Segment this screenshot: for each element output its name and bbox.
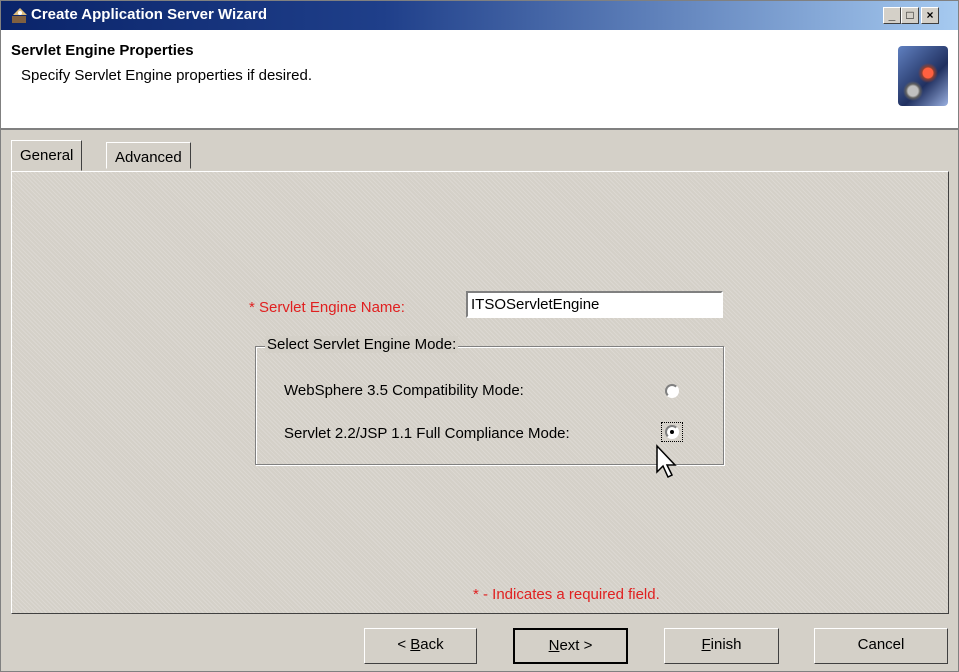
maximize-icon[interactable]: □ (901, 7, 919, 24)
wizard-header: Servlet Engine Properties Specify Servle… (1, 30, 958, 130)
websphere-compat-mode-label: WebSphere 3.5 Compatibility Mode: (284, 382, 524, 399)
close-icon[interactable]: × (921, 7, 939, 24)
tab-advanced[interactable]: Advanced (106, 142, 191, 169)
title-bar[interactable]: Create Application Server Wizard _ □ × (1, 1, 958, 30)
app-icon (12, 8, 27, 23)
minimize-icon[interactable]: _ (883, 7, 901, 24)
mouse-cursor-icon (656, 444, 677, 479)
page-title: Servlet Engine Properties (11, 42, 194, 59)
full-compliance-mode-label: Servlet 2.2/JSP 1.1 Full Compliance Mode… (284, 425, 570, 442)
back-button[interactable]: < Back (364, 628, 477, 664)
finish-button[interactable]: Finish (664, 628, 779, 664)
next-button[interactable]: Next > (513, 628, 628, 664)
cancel-button[interactable]: Cancel (814, 628, 948, 664)
servlet-engine-mode-label: Select Servlet Engine Mode: (265, 336, 459, 353)
wizard-window: Create Application Server Wizard _ □ × S… (0, 0, 959, 672)
tab-general[interactable]: General (11, 140, 83, 171)
required-field-note: * - Indicates a required field. (473, 586, 660, 603)
page-subtitle: Specify Servlet Engine properties if des… (21, 67, 312, 84)
servlet-engine-mode-group (255, 346, 724, 465)
header-graphic (898, 46, 948, 106)
window-title: Create Application Server Wizard (31, 6, 268, 23)
servlet-engine-name-label: * Servlet Engine Name: (249, 299, 405, 316)
websphere-compat-mode-radio[interactable] (665, 384, 679, 398)
servlet-engine-name-input[interactable] (466, 291, 723, 318)
full-compliance-mode-radio[interactable] (665, 425, 679, 439)
